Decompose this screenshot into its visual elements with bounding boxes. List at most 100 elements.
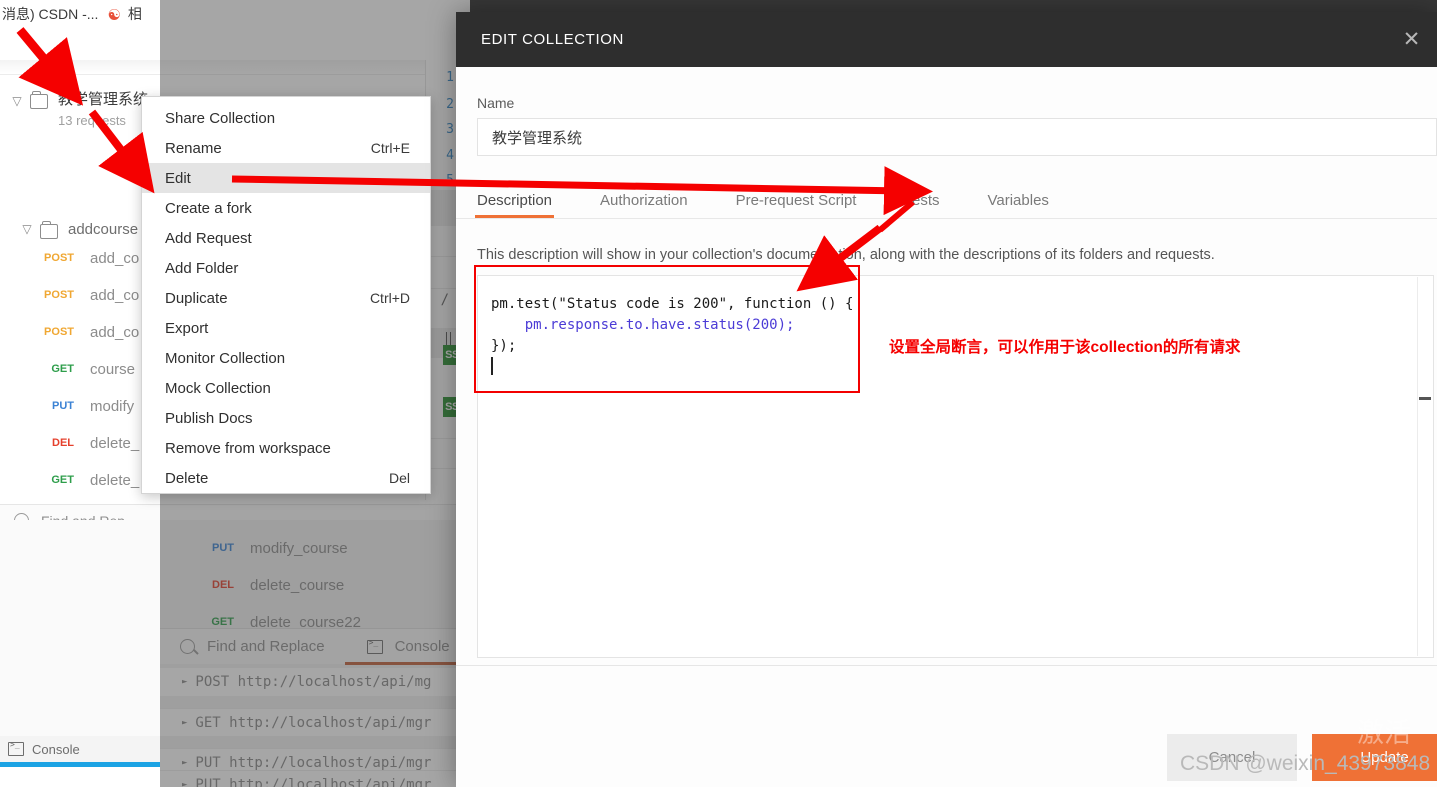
collection-icon <box>30 91 48 109</box>
menu-item-create-a-fork[interactable]: Create a fork <box>142 193 430 223</box>
find-and-replace-bar-lower[interactable]: Find and Replace Console <box>160 628 456 664</box>
menu-item-label: Remove from workspace <box>165 439 331 457</box>
request-method: POST <box>44 252 74 264</box>
scrollbar-thumb[interactable] <box>1419 397 1431 400</box>
chevron-right-icon: ► <box>182 717 188 728</box>
menu-item-label: Export <box>165 319 209 337</box>
terminal-icon <box>366 638 383 654</box>
chevron-down-icon[interactable]: ▽ <box>8 90 26 112</box>
taskbar-console-button[interactable]: Console <box>0 736 160 762</box>
request-method: PUT <box>212 542 234 554</box>
browser-toolbar <box>0 28 470 63</box>
menu-item-edit[interactable]: Edit <box>142 163 430 193</box>
browser-tab-title[interactable]: 消息) CSDN -... <box>0 4 98 24</box>
folder-label: addcourse <box>68 220 139 238</box>
request-name: delete_ <box>90 471 140 489</box>
menu-item-shortcut: Del <box>388 470 410 486</box>
menu-item-monitor-collection[interactable]: Monitor Collection <box>142 343 430 373</box>
menu-item-label: Rename <box>165 139 222 157</box>
menu-item-add-folder[interactable]: Add Folder <box>142 253 430 283</box>
line-number: 5 <box>446 173 454 188</box>
menu-item-label: Add Request <box>165 229 252 247</box>
request-method: POST <box>44 326 74 338</box>
divider <box>428 468 459 469</box>
line-number: 2 <box>446 97 454 112</box>
request-method: DEL <box>212 579 234 591</box>
search-icon <box>14 513 29 520</box>
menu-item-duplicate[interactable]: Duplicate Ctrl+D <box>142 283 430 313</box>
menu-item-remove-from-workspace[interactable]: Remove from workspace <box>142 433 430 463</box>
tab-variables[interactable]: Variables <box>988 192 1049 218</box>
menu-item-rename[interactable]: Rename Ctrl+E <box>142 133 430 163</box>
divider <box>428 256 459 257</box>
menu-item-delete[interactable]: Delete Del <box>142 463 430 493</box>
request-method: DEL <box>52 437 74 449</box>
code-line-2: pm.response.to.have.status(200); <box>491 317 795 333</box>
menu-item-publish-docs[interactable]: Publish Docs <box>142 403 430 433</box>
browser-tab-partial[interactable]: 相 <box>128 4 142 24</box>
collection-request-count: 13 requests <box>58 113 126 128</box>
tab-description[interactable]: Description <box>474 192 555 218</box>
request-method: PUT <box>52 400 74 412</box>
code-line-3: }); <box>491 338 517 354</box>
ring-icon: ☯ <box>107 7 121 24</box>
console-tab-label: Console <box>394 638 450 655</box>
history-entry: POST http://localhost/api/mg <box>195 674 432 690</box>
tab-tests[interactable]: Tests <box>904 192 939 218</box>
textarea-scrollbar[interactable] <box>1417 277 1432 656</box>
divider <box>428 288 459 289</box>
collection-name: 教学管理系统 <box>58 91 149 108</box>
request-name: delete_ <box>90 434 140 452</box>
menu-item-label: Monitor Collection <box>165 349 286 367</box>
tab-pre-request-script[interactable]: Pre-request Script <box>736 192 857 218</box>
chevron-right-icon: ► <box>182 757 188 768</box>
menu-item-export[interactable]: Export <box>142 313 430 343</box>
tabs-divider <box>456 218 1437 219</box>
line-number: 4 <box>446 148 454 163</box>
browser-tab-bar: 消息) CSDN -... ☯ 相 <box>0 0 470 28</box>
request-name: modify <box>90 397 135 415</box>
script-code: pm.test("Status code is 200", function (… <box>491 294 853 357</box>
request-method: GET <box>51 363 74 375</box>
taskbar-filler <box>0 767 160 787</box>
folder-icon <box>40 220 58 239</box>
collection-name-value: 教学管理系统 <box>492 129 583 147</box>
collection-name-input[interactable]: 教学管理系统 <box>477 118 1437 156</box>
menu-item-share-collection[interactable]: Share Collection <box>142 103 430 133</box>
line-number: 1 <box>446 70 454 85</box>
line-number: 3 <box>446 122 454 137</box>
description-textarea[interactable]: pm.test("Status code is 200", function (… <box>477 275 1434 658</box>
tree-top-fade <box>0 60 460 75</box>
collection-context-menu: Share Collection Rename Ctrl+E Edit Crea… <box>141 96 431 494</box>
screenshot-root: Filter 消息) CSDN -... ☯ 相 ▽ 教学管理系统 13 req… <box>0 0 1437 787</box>
find-and-replace-label: Find and Rep <box>41 513 125 521</box>
search-icon <box>180 639 195 654</box>
history-entry: GET http://localhost/api/mgr <box>195 714 432 731</box>
find-and-replace-bar[interactable]: Find and Rep <box>0 504 460 520</box>
menu-item-add-request[interactable]: Add Request <box>142 223 430 253</box>
request-row[interactable]: PUT modify_course <box>190 536 456 560</box>
annotation-note: 设置全局断言，可以作用于该collection的所有请求 <box>889 339 1241 356</box>
close-icon[interactable]: ✕ <box>1403 29 1421 50</box>
text-caret <box>491 357 493 375</box>
history-row[interactable]: ► PUT http://localhost/api/mgr <box>160 770 456 787</box>
menu-item-label: Publish Docs <box>165 409 253 427</box>
history-row[interactable]: ► GET http://localhost/api/mgr <box>160 708 456 736</box>
menu-item-label: Share Collection <box>165 109 276 127</box>
chevron-down-icon[interactable]: ▽ <box>18 218 36 240</box>
modal-header: EDIT COLLECTION ✕ <box>456 12 1437 67</box>
history-entry: PUT http://localhost/api/mgr <box>195 754 432 771</box>
request-method: POST <box>44 289 74 301</box>
code-line-1: pm.test("Status code is 200", function (… <box>491 296 854 312</box>
console-label: Console <box>32 741 80 757</box>
menu-item-mock-collection[interactable]: Mock Collection <box>142 373 430 403</box>
request-name: add_co <box>90 323 140 341</box>
terminal-icon <box>8 740 24 756</box>
menu-item-label: Add Folder <box>165 259 239 277</box>
menu-item-label: Create a fork <box>165 199 252 217</box>
request-name: add_co <box>90 249 140 267</box>
request-method: GET <box>51 474 74 486</box>
tab-authorization[interactable]: Authorization <box>600 192 688 218</box>
history-row[interactable]: ► POST http://localhost/api/mg <box>160 668 456 696</box>
request-row[interactable]: DEL delete_course <box>190 573 456 597</box>
